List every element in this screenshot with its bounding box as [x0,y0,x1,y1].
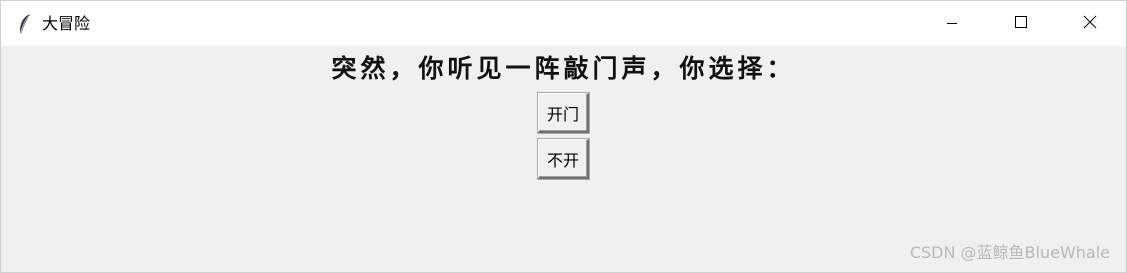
close-icon [1083,14,1097,33]
client-area: 突然，你听见一阵敲门声，你选择： 开门 不开 CSDN @蓝鲸鱼BlueWhal… [1,46,1126,272]
feather-icon [17,13,33,35]
close-button[interactable] [1067,1,1113,46]
title-bar[interactable]: 大冒险 [1,1,1126,46]
minimize-button[interactable] [929,1,975,46]
maximize-icon [1014,14,1028,33]
window-title: 大冒险 [42,14,91,33]
watermark: CSDN @蓝鲸鱼BlueWhale [909,243,1110,262]
prompt-label: 突然，你听见一阵敲门声，你选择： [331,54,796,83]
maximize-button[interactable] [998,1,1044,46]
dont-open-button[interactable]: 不开 [538,139,589,179]
minimize-icon [946,14,958,33]
app-window: 大冒险 突然，你听见一阵敲门声，你选择： 开门 不开 CSDN @蓝鲸鱼Blue… [0,0,1127,273]
open-door-button[interactable]: 开门 [538,93,589,133]
